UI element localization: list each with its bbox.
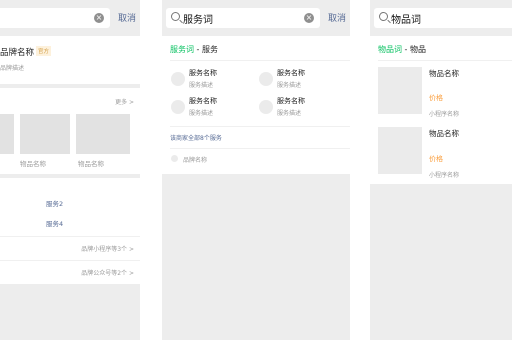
goods-section: 更多 > 物品名称 物品名称 [0,88,140,174]
mini-programs-link: 品牌小程序等3个 > [81,246,134,253]
goods-price: 价格 [429,94,443,102]
search-icon [171,12,180,21]
goods-thumb[interactable] [378,127,422,174]
search-query: 物品词 [391,15,421,26]
search-input[interactable]: 服务词 × [166,8,320,28]
service-icon [259,100,273,114]
goods-name: 物品名称 [20,160,46,168]
service-card: 服务词 - 服务 服务名称 服务描述 服务名称 服务描述 服务名称 服务描述 服… [162,36,350,174]
header-sep: - [402,45,410,54]
goods-thumb[interactable] [76,114,130,154]
brand-name[interactable]: 品牌名称 [183,155,207,164]
cancel-button[interactable]: 取消 [118,11,136,24]
clear-icon[interactable]: × [94,13,104,23]
mini-program-name: 小程序名称 [429,111,460,118]
goods-thumb[interactable] [20,114,70,154]
mini-programs-row[interactable]: 品牌小程序等3个 > [0,236,140,260]
goods-thumb[interactable] [378,67,422,114]
service-name[interactable]: 服务名称 [277,96,305,106]
service-name[interactable]: 服务名称 [189,68,217,78]
service-desc: 服务描述 [189,82,214,89]
search-bar: 物品词 [370,0,512,36]
goods-thumb[interactable] [0,114,14,154]
header-keyword: 物品词 [378,45,402,54]
result-header: 服务词 - 服务 [170,44,218,55]
service-icon [259,72,273,86]
search-input[interactable]: × [0,8,110,28]
screen-goods-search: 物品词 物品词 - 物品 物品名称 价格 小程序名称 物品名称 价格 小程序名称 [370,0,512,340]
goods-name: 物品名称 [78,160,104,168]
divider [378,60,512,61]
screen-service-search: 服务词 × 取消 服务词 - 服务 服务名称 服务描述 服务名称 服务描述 服务… [162,0,350,340]
official-badge: 官方 [36,46,52,56]
mini-program-name: 小程序名称 [429,172,460,179]
brand-avatar [171,155,178,162]
divider [170,148,350,149]
header-category: 物品 [409,45,426,54]
service-link[interactable]: 服务2 [46,198,63,208]
goods-card: 物品词 - 物品 物品名称 价格 小程序名称 物品名称 价格 小程序名称 [370,36,512,184]
divider [170,60,350,61]
service-desc: 服务描述 [277,110,302,117]
search-input[interactable]: 物品词 [374,8,512,28]
service-name[interactable]: 服务名称 [277,68,305,78]
all-services-link[interactable]: 该商家全部8个服务 [170,133,222,142]
service-name[interactable]: 服务名称 [189,96,217,106]
more-link[interactable]: 更多 > [115,97,134,106]
official-accounts-row[interactable]: 品牌公众号等2个 > [0,260,140,284]
service-icon [171,100,185,114]
goods-name[interactable]: 物品名称 [429,128,459,139]
goods-name[interactable]: 物品名称 [429,68,459,79]
search-bar: × 取消 [0,0,140,36]
official-accounts-link: 品牌公众号等2个 > [81,270,134,277]
header-keyword: 服务词 [170,45,194,54]
header-sep: - [194,45,202,54]
service-icon [171,72,185,86]
service-link[interactable]: 服务4 [46,218,63,228]
clear-icon[interactable]: × [304,13,314,23]
divider [170,126,350,127]
search-icon [379,12,388,21]
service-desc: 服务描述 [277,82,302,89]
divider [0,236,140,237]
search-bar: 服务词 × 取消 [162,0,350,36]
search-query: 服务词 [183,15,213,26]
screen-brand-search: × 取消 品牌名称 官方 品牌描述 更多 > 物品名称 物品名称 服务2 服务4… [0,0,140,340]
result-header: 物品词 - 物品 [378,44,426,55]
cancel-button[interactable]: 取消 [328,11,346,24]
brand-desc: 品牌描述 [0,65,25,72]
brand-name: 品牌名称 [0,48,35,58]
divider [0,260,140,261]
header-category: 服务 [201,45,218,54]
service-desc: 服务描述 [189,110,214,117]
services-section: 服务2 服务4 [0,178,140,236]
brand-card[interactable]: 品牌名称 官方 品牌描述 [0,36,140,84]
goods-price: 价格 [429,155,443,163]
